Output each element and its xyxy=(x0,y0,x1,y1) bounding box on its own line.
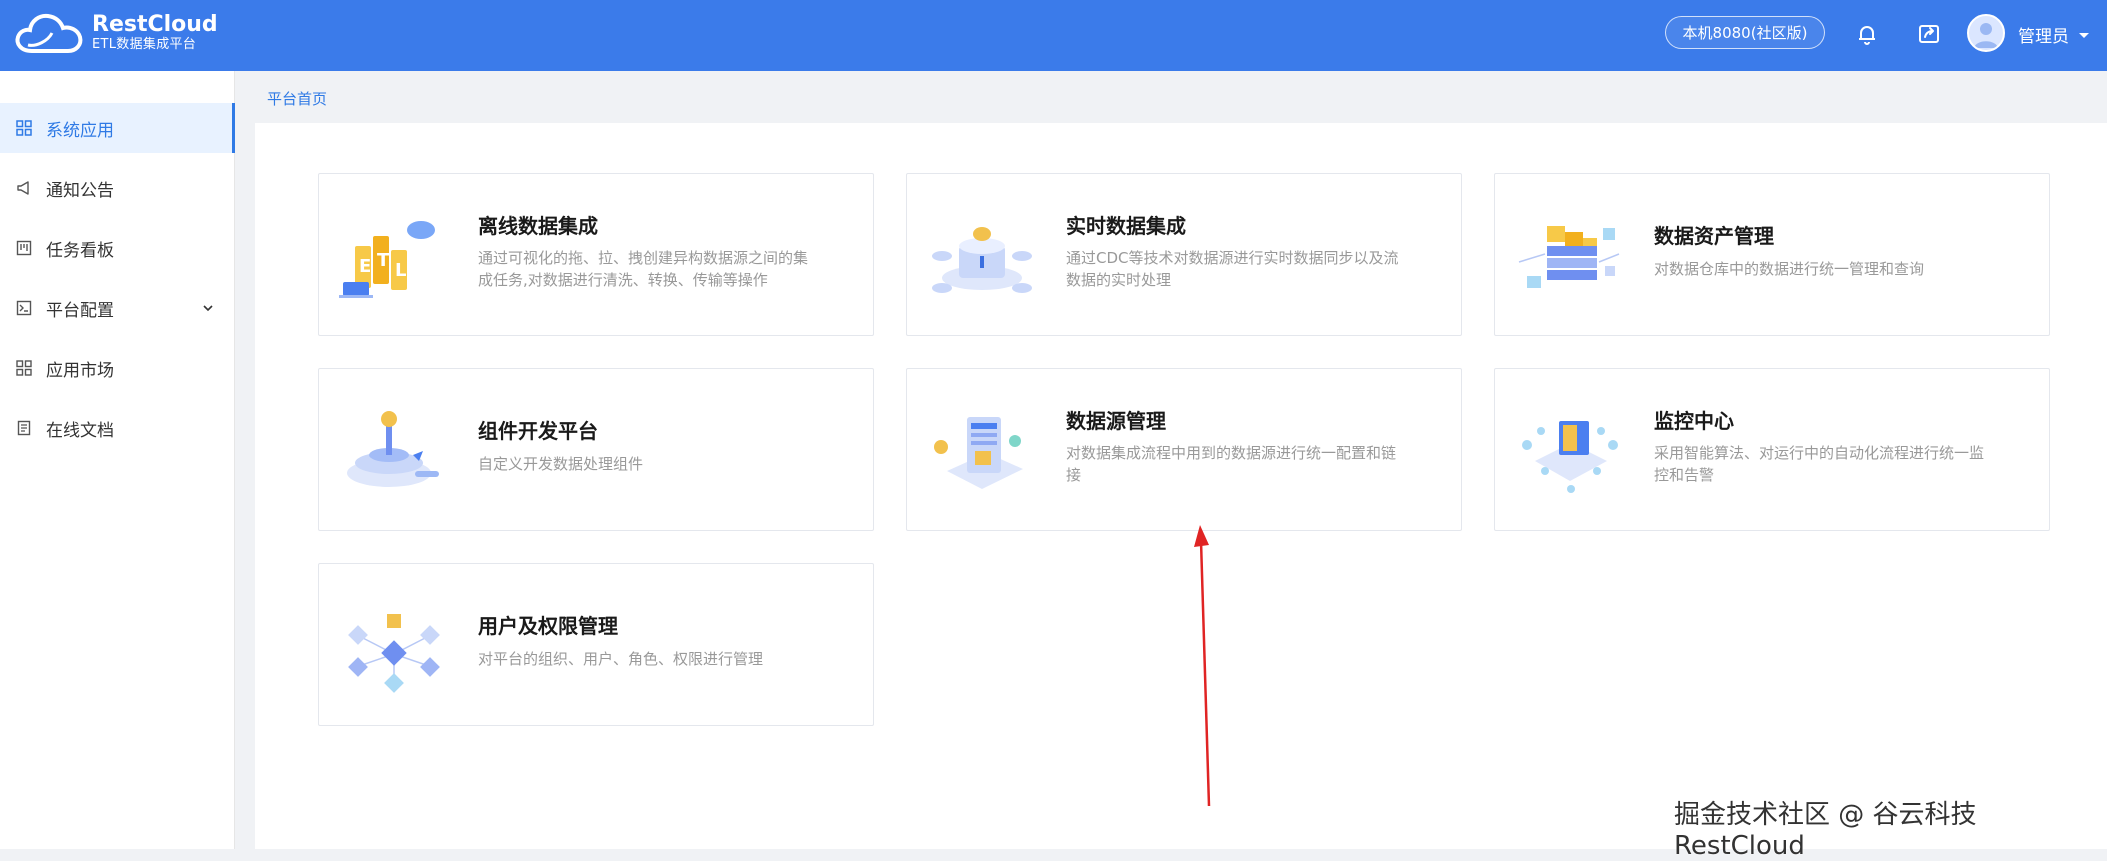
sidebar-item-label: 应用市场 xyxy=(46,360,114,381)
avatar[interactable] xyxy=(1967,14,2005,52)
card-component-dev-platform[interactable]: 组件开发平台 自定义开发数据处理组件 xyxy=(318,368,874,531)
sidebar-item-app-market[interactable]: 应用市场 xyxy=(0,343,235,393)
card-description: 自定义开发数据处理组件 xyxy=(478,455,644,473)
card-description: 对平台的组织、用户、角色、权限进行管理 xyxy=(478,650,764,668)
card-title: 实时数据集成 xyxy=(1066,214,1186,238)
user-name[interactable]: 管理员 xyxy=(2018,22,2069,47)
svg-text:L: L xyxy=(395,260,406,281)
svg-text:E: E xyxy=(359,256,371,277)
terminal-icon xyxy=(16,300,32,316)
card-monitoring-center[interactable]: 监控中心 采用智能算法、对运行中的自动化流程进行统一监控和告警 xyxy=(1494,368,2050,531)
card-description: 对数据仓库中的数据进行统一管理和查询 xyxy=(1654,260,1925,278)
sidebar-item-label: 系统应用 xyxy=(46,120,114,141)
chevron-down-icon[interactable] xyxy=(2078,26,2090,45)
top-header: RestCloud ETL数据集成平台 本机8080(社区版) 管理员 xyxy=(0,0,2107,71)
sidebar-item-label: 平台配置 xyxy=(46,300,114,321)
card-description: 通过CDC等技术对数据源进行实时数据同步以及流数据的实时处理 xyxy=(1066,249,1399,289)
card-title: 监控中心 xyxy=(1654,409,1734,433)
card-realtime-integration[interactable]: 实时数据集成 通过CDC等技术对数据源进行实时数据同步以及流数据的实时处理 xyxy=(906,173,1462,336)
megaphone-icon xyxy=(16,180,32,196)
card-title: 数据资产管理 xyxy=(1654,224,1774,248)
main-panel: E T L 离线数据集成 通过可视化的拖、拉、拽创建异构数据源之间的集成任务,对… xyxy=(255,123,2107,849)
card-offline-integration[interactable]: E T L 离线数据集成 通过可视化的拖、拉、拽创建异构数据源之间的集成任务,对… xyxy=(318,173,874,336)
datasource-server-icon xyxy=(934,417,1023,489)
card-title: 离线数据集成 xyxy=(478,214,598,238)
watermark: 掘金技术社区 @ 谷云科技RestCloud xyxy=(1674,800,1977,861)
sidebar-item-notices[interactable]: 通知公告 xyxy=(0,163,235,213)
sidebar-item-label: 在线文档 xyxy=(46,420,114,441)
realtime-server-icon xyxy=(932,227,1032,293)
sidebar-item-label: 通知公告 xyxy=(46,180,114,201)
logo-subtitle: ETL数据集成平台 xyxy=(92,37,197,52)
logo[interactable]: RestCloud ETL数据集成平台 xyxy=(14,9,218,57)
sidebar-item-system-apps[interactable]: 系统应用 xyxy=(0,103,235,153)
data-asset-cubes-icon xyxy=(1518,226,1620,288)
apps-icon xyxy=(16,360,32,376)
card-description: 采用智能算法、对运行中的自动化流程进行统一监控和告警 xyxy=(1654,444,1985,484)
sidebar-item-online-docs[interactable]: 在线文档 xyxy=(0,403,235,453)
bell-icon[interactable] xyxy=(1853,20,1881,48)
logo-title: RestCloud xyxy=(92,12,218,37)
monitoring-screen-icon xyxy=(1522,421,1618,493)
user-permission-network-icon xyxy=(348,614,440,693)
card-title: 组件开发平台 xyxy=(478,419,598,443)
kanban-icon xyxy=(16,240,32,256)
card-user-permission-management[interactable]: 用户及权限管理 对平台的组织、用户、角色、权限进行管理 xyxy=(318,563,874,726)
breadcrumb[interactable]: 平台首页 xyxy=(267,88,327,109)
etl-illustration-icon: E T L xyxy=(339,221,435,298)
component-platform-icon xyxy=(347,411,439,487)
grid-icon xyxy=(16,120,32,136)
server-switch-button[interactable]: 本机8080(社区版) xyxy=(1665,16,1825,49)
card-datasource-management[interactable]: 数据源管理 对数据集成流程中用到的数据源进行统一配置和链接 xyxy=(906,368,1462,531)
card-data-asset-management[interactable]: 数据资产管理 对数据仓库中的数据进行统一管理和查询 xyxy=(1494,173,2050,336)
chevron-down-icon[interactable] xyxy=(201,300,215,320)
svg-text:T: T xyxy=(377,250,390,271)
card-title: 用户及权限管理 xyxy=(478,614,618,638)
document-icon xyxy=(16,420,32,436)
card-title: 数据源管理 xyxy=(1066,409,1166,433)
red-arrow-annotation xyxy=(1194,525,1211,807)
sidebar: 系统应用 通知公告 任务看板 平台配置 应用市场 在线文档 xyxy=(0,71,235,849)
card-description: 对数据集成流程中用到的数据源进行统一配置和链接 xyxy=(1066,444,1397,484)
sidebar-item-label: 任务看板 xyxy=(46,240,114,261)
share-icon[interactable] xyxy=(1915,20,1943,48)
cloud-logo-icon xyxy=(15,13,83,53)
card-description: 通过可视化的拖、拉、拽创建异构数据源之间的集成任务,对数据进行清洗、转换、传输等… xyxy=(478,249,809,289)
sidebar-item-platform-config[interactable]: 平台配置 xyxy=(0,283,235,333)
sidebar-item-task-board[interactable]: 任务看板 xyxy=(0,223,235,273)
